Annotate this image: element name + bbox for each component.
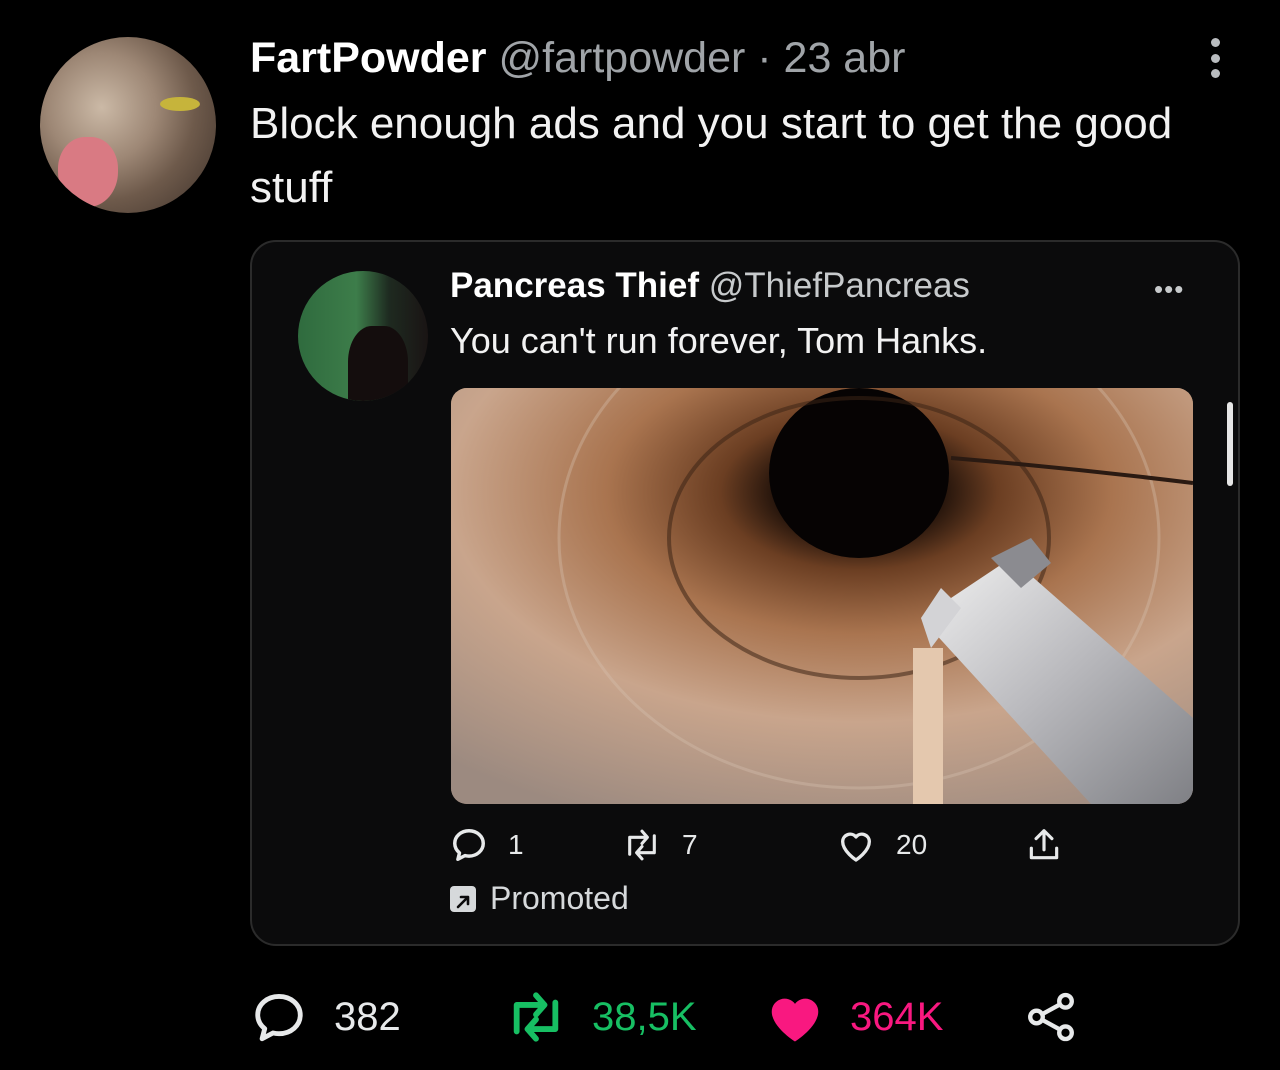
tweet-date[interactable]: 23 abr xyxy=(784,34,906,82)
share-button[interactable] xyxy=(1022,988,1080,1046)
avatar-cat-tongue xyxy=(58,137,118,207)
share-icon xyxy=(1029,829,1059,860)
avatar-cat-eye xyxy=(160,97,200,111)
retweet-icon xyxy=(513,992,559,1042)
tweet-header: FartPowder @fartpowder · 23 abr xyxy=(250,34,905,83)
quoted-tweet-actions: 1 7 20 xyxy=(450,826,1190,872)
share-icon xyxy=(1028,992,1074,1042)
promoted-label[interactable]: Promoted xyxy=(450,880,629,917)
avatar-figure xyxy=(348,326,408,401)
quoted-share-button[interactable] xyxy=(1025,826,1063,864)
quoted-like-button[interactable]: 20 xyxy=(836,826,927,864)
pipe-gun-image xyxy=(451,388,1193,804)
like-count: 364K xyxy=(850,994,944,1039)
quoted-retweet-count: 7 xyxy=(682,829,698,860)
author-handle[interactable]: @fartpowder xyxy=(499,34,746,82)
quoted-retweet-button[interactable]: 7 xyxy=(622,826,698,864)
promoted-icon xyxy=(450,885,476,912)
retweet-button[interactable]: 38,5K xyxy=(504,988,697,1046)
quoted-tweet-text: You can't run forever, Tom Hanks. xyxy=(450,320,988,361)
quoted-more-icon[interactable]: ••• xyxy=(1154,276,1184,302)
tweet-actions: 382 38,5K 364K xyxy=(250,988,1090,1048)
author-name[interactable]: FartPowder xyxy=(250,34,487,82)
reply-count: 382 xyxy=(334,994,401,1039)
header-separator: · xyxy=(745,34,784,82)
reply-button[interactable]: 382 xyxy=(250,988,401,1046)
promoted-text: Promoted xyxy=(490,880,629,916)
quoted-like-count: 20 xyxy=(896,829,928,860)
quoted-tweet-header: Pancreas Thief @ThiefPancreas xyxy=(450,266,970,306)
quoted-tweet-media[interactable] xyxy=(451,388,1193,804)
heart-icon xyxy=(771,998,819,1042)
quoted-reply-button[interactable]: 1 xyxy=(450,826,524,864)
quoted-author-handle[interactable]: @ThiefPancreas xyxy=(709,266,970,305)
author-avatar[interactable] xyxy=(40,37,216,213)
heart-icon xyxy=(841,832,871,862)
media-scrollbar[interactable] xyxy=(1227,402,1233,486)
quoted-author-name[interactable]: Pancreas Thief xyxy=(450,266,699,305)
reply-icon xyxy=(255,994,303,1042)
quoted-author-avatar[interactable] xyxy=(298,271,428,401)
retweet-count: 38,5K xyxy=(592,994,697,1039)
quoted-reply-count: 1 xyxy=(508,829,524,860)
reply-icon xyxy=(453,829,485,861)
like-button[interactable]: 364K xyxy=(764,988,943,1046)
more-options-icon[interactable] xyxy=(1208,38,1222,78)
retweet-icon xyxy=(628,829,656,861)
tweet-text: Block enough ads and you start to get th… xyxy=(250,99,1173,212)
